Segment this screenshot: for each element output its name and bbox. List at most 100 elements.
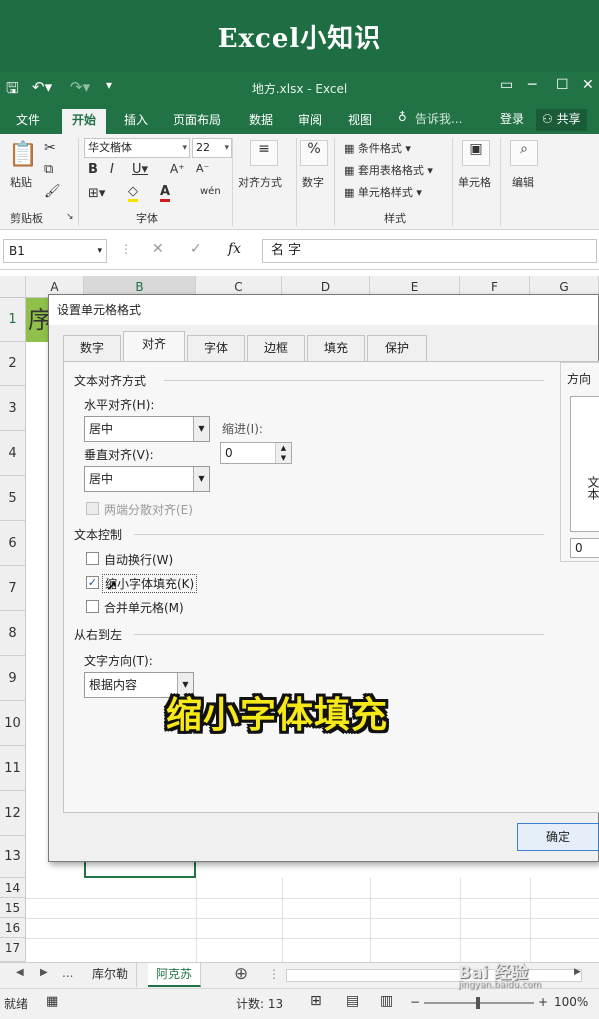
more-sheets-button[interactable]: ... xyxy=(62,966,73,980)
tab-home[interactable]: 开始 xyxy=(62,109,107,134)
paste-button-label[interactable]: 粘贴 xyxy=(10,174,32,190)
row-header[interactable]: 2 xyxy=(0,342,26,386)
orientation-box[interactable]: 文本 xyxy=(570,396,599,532)
decrease-font-icon[interactable]: A⁻ xyxy=(196,162,209,175)
text-alignment-section: 文本对齐方式 xyxy=(74,374,147,388)
row-header[interactable]: 7 xyxy=(0,566,26,611)
minimize-button[interactable]: ─ xyxy=(528,77,536,93)
tab-view[interactable]: 视图 xyxy=(338,109,382,134)
borders-icon[interactable]: ⊞▾ xyxy=(88,186,105,201)
align-icon[interactable]: ≡ xyxy=(250,140,278,166)
enter-icon[interactable]: ✓ xyxy=(190,241,202,257)
tab-protection[interactable]: 保护 xyxy=(367,335,427,361)
row-header[interactable]: 11 xyxy=(0,746,26,791)
row-header[interactable]: 17 xyxy=(0,938,26,962)
tab-fill[interactable]: 填充 xyxy=(307,335,365,361)
font-color-icon[interactable]: A xyxy=(160,184,171,202)
row-header[interactable]: 15 xyxy=(0,898,26,918)
orientation-section: 方向 xyxy=(567,372,592,386)
ribbon-display-icon[interactable]: ▭ xyxy=(500,77,513,93)
scroll-left-icon[interactable]: ◀ xyxy=(16,967,24,978)
increase-font-icon[interactable]: A⁺ xyxy=(170,162,185,176)
font-size-select[interactable]: 22 ▾ xyxy=(192,138,232,158)
close-button[interactable]: ✕ xyxy=(582,77,594,93)
macro-record-icon[interactable]: ▦ xyxy=(46,994,58,1009)
paste-icon[interactable]: 📋 xyxy=(6,140,40,170)
row-header[interactable]: 8 xyxy=(0,611,26,656)
tab-font[interactable]: 字体 xyxy=(187,335,245,361)
cells-button-label[interactable]: 单元格 xyxy=(458,174,491,190)
vertical-select[interactable]: 居中 ▼ xyxy=(84,466,210,492)
tab-number[interactable]: 数字 xyxy=(63,335,121,361)
cut-icon[interactable]: ✂ xyxy=(44,140,56,156)
row-header[interactable]: 12 xyxy=(0,791,26,836)
select-all-corner[interactable] xyxy=(0,276,26,298)
merge-cells-checkbox[interactable] xyxy=(86,600,99,613)
font-group-label: 字体 xyxy=(136,212,158,225)
chevron-down-icon: ▾ xyxy=(224,143,229,153)
format-as-table-button[interactable]: ▦ 套用表格格式 ▾ xyxy=(344,162,433,178)
name-box[interactable]: B1 ▾ xyxy=(3,239,107,263)
zoom-out-icon[interactable]: − xyxy=(410,995,420,1009)
scroll-right-icon[interactable]: ▶ xyxy=(40,967,48,978)
percent-icon[interactable]: % xyxy=(300,140,328,166)
cancel-icon[interactable]: ✕ xyxy=(152,241,164,257)
copy-icon[interactable]: ⧉ xyxy=(44,162,53,177)
wrap-text-checkbox[interactable] xyxy=(86,552,99,565)
gridline xyxy=(282,878,283,962)
number-button-label[interactable]: 数字 xyxy=(302,174,324,190)
tell-me-box[interactable]: 告诉我... xyxy=(415,110,462,127)
row-header[interactable]: 14 xyxy=(0,878,26,898)
degrees-input[interactable]: 0 xyxy=(570,538,599,558)
zoom-slider-thumb[interactable] xyxy=(476,997,480,1009)
cell-styles-button[interactable]: ▦ 单元格样式 ▾ xyxy=(344,184,422,200)
format-painter-icon[interactable]: 🖌 xyxy=(44,184,61,199)
row-header[interactable]: 10 xyxy=(0,701,26,746)
share-button[interactable]: ⚇ 共享 xyxy=(536,109,587,131)
dialog-launcher-icon[interactable]: ↘ xyxy=(66,212,74,222)
tab-page-layout[interactable]: 页面布局 xyxy=(163,109,231,134)
tab-border[interactable]: 边框 xyxy=(247,335,305,361)
tab-file[interactable]: 文件 xyxy=(6,109,50,134)
function-icon[interactable]: fx xyxy=(228,241,241,257)
page-break-view-icon[interactable]: ▥ xyxy=(380,993,393,1009)
fill-color-icon[interactable]: ◇ xyxy=(128,184,138,202)
maximize-button[interactable]: ☐ xyxy=(556,77,569,93)
tab-data[interactable]: 数据 xyxy=(239,109,283,134)
row-header[interactable]: 9 xyxy=(0,656,26,701)
spin-icon[interactable]: ▲ ▼ xyxy=(275,443,291,463)
bold-icon[interactable]: B xyxy=(88,162,98,177)
row-header[interactable]: 3 xyxy=(0,386,26,431)
sheet-tab-aksu[interactable]: 阿克苏 xyxy=(148,963,202,987)
row-header[interactable]: 6 xyxy=(0,521,26,566)
editing-button-label[interactable]: 编辑 xyxy=(512,174,534,190)
page-layout-view-icon[interactable]: ▤ xyxy=(346,993,359,1009)
row-header[interactable]: 4 xyxy=(0,431,26,476)
formula-input[interactable]: 名字 xyxy=(262,239,597,263)
distributed-checkbox[interactable] xyxy=(86,502,99,515)
shrink-to-fit-checkbox[interactable]: ✓ xyxy=(86,576,99,589)
tab-insert[interactable]: 插入 xyxy=(114,109,158,134)
row-header[interactable]: 5 xyxy=(0,476,26,521)
font-name-select[interactable]: 华文楷体 ▾ xyxy=(84,138,190,158)
login-link[interactable]: 登录 xyxy=(500,110,524,127)
horizontal-select[interactable]: 居中 ▼ xyxy=(84,416,210,442)
cells-icon[interactable]: ▣ xyxy=(462,140,490,166)
italic-icon[interactable]: I xyxy=(110,162,114,177)
cursor-icon: ➚ xyxy=(106,578,118,594)
row-header[interactable]: 1 xyxy=(0,298,26,342)
indent-stepper[interactable]: 0 ▲ ▼ xyxy=(220,442,292,464)
row-header[interactable]: 13 xyxy=(0,836,26,878)
sheet-tab-korla[interactable]: 库尔勒 xyxy=(84,963,138,987)
tab-alignment[interactable]: 对齐 xyxy=(123,331,185,362)
conditional-format-button[interactable]: ▦ 条件格式 ▾ xyxy=(344,140,411,156)
normal-view-icon[interactable]: ⊞ xyxy=(310,993,322,1009)
row-header[interactable]: 16 xyxy=(0,918,26,938)
underline-icon[interactable]: U▾ xyxy=(132,162,148,177)
tab-review[interactable]: 审阅 xyxy=(288,109,332,134)
phonetic-icon[interactable]: wén xyxy=(200,186,221,197)
alignment-button-label[interactable]: 对齐方式 xyxy=(238,174,282,190)
search-icon[interactable]: ⌕ xyxy=(510,140,538,166)
ok-button[interactable]: 确定 xyxy=(517,823,599,851)
add-sheet-icon[interactable]: ⊕ xyxy=(234,964,248,984)
